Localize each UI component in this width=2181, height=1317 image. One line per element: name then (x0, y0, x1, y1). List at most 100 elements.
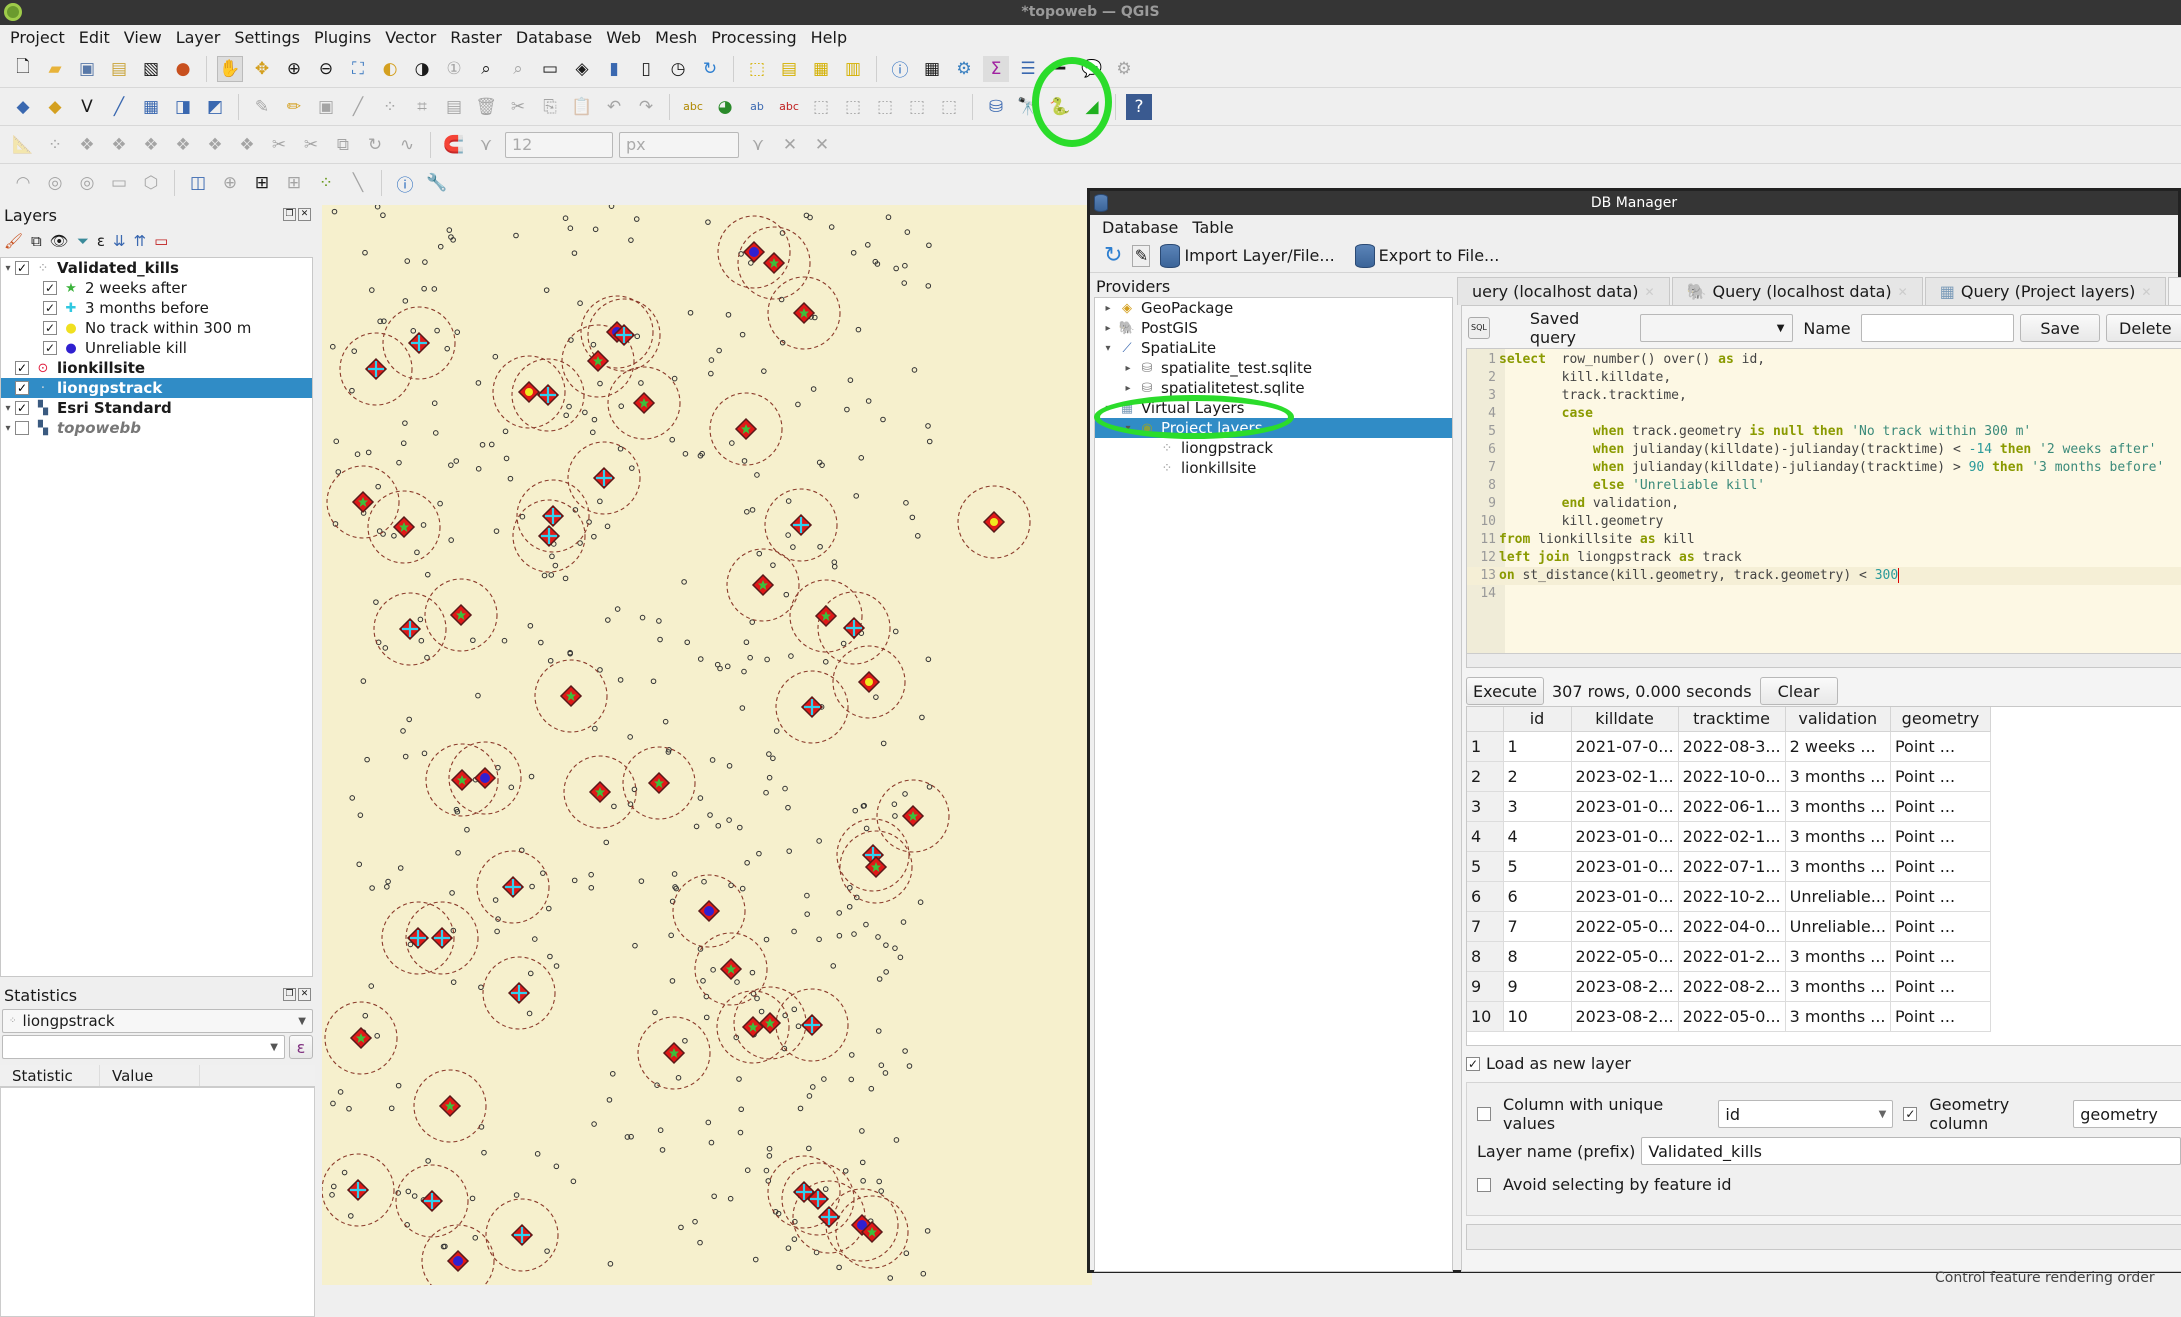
menu-vector[interactable]: Vector (385, 28, 436, 47)
query-name-input[interactable] (1860, 314, 2015, 342)
expand-all-icon[interactable]: ⇊ (113, 232, 126, 250)
sql-editor[interactable]: 1 select row_number() over() as id, 2 kill… (1466, 348, 2181, 668)
expression-button[interactable]: ε (289, 1035, 313, 1059)
route-icon[interactable]: ╲ (345, 170, 371, 196)
category-checkbox[interactable]: ✓ (43, 301, 57, 315)
close-tab-icon[interactable]: ✕ (1645, 278, 1655, 306)
statistical-summary-icon[interactable]: Σ (983, 55, 1009, 82)
new-3d-map-icon[interactable]: ◈ (569, 56, 595, 82)
zoom-to-selection-icon[interactable]: ◐ (377, 56, 403, 82)
tracing-icon[interactable]: ✕ (809, 132, 835, 158)
toggle-editing-icon[interactable]: ✏ (281, 94, 307, 120)
collapse-all-icon[interactable]: ⇈ (134, 232, 147, 250)
save-edits-icon[interactable]: ▣ (313, 94, 339, 120)
layer-item[interactable]: ✓ · liongpstrack (1, 378, 312, 398)
select-features-icon[interactable]: ⬚ (744, 56, 770, 82)
show-hide-labels-icon[interactable]: abc (776, 94, 802, 120)
snapping-mode-icon[interactable]: ⋎ (473, 132, 499, 158)
close-panel-icon[interactable]: ✕ (298, 988, 311, 1001)
topological-editing-icon[interactable]: ⋎ (745, 132, 771, 158)
chevron-right-icon[interactable]: ▸ (1119, 363, 1137, 374)
legend-category[interactable]: ✓ ● No track within 300 m (1, 318, 312, 338)
select-by-location-icon[interactable]: ▥ (840, 56, 866, 82)
row-number[interactable]: 3 (1467, 791, 1504, 822)
add-points-icon[interactable]: ⁘ (313, 170, 339, 196)
fill-ring-icon[interactable]: ❖ (106, 132, 132, 158)
provider-item[interactable]: ▾ ⟋ SpatiaLite (1095, 338, 1452, 358)
visibility-icon[interactable]: 👁 (50, 232, 69, 250)
add-group-icon[interactable]: ⧉ (31, 232, 42, 250)
layer-item[interactable]: ▾ ✓ ▚ Esri Standard (1, 398, 312, 418)
attribute-table-icon[interactable]: ▦ (919, 56, 945, 82)
row-number[interactable]: 8 (1467, 941, 1504, 972)
column-header[interactable]: validation (1785, 707, 1891, 732)
row-header-corner[interactable] (1467, 707, 1504, 732)
digitize-icon[interactable]: ╱ (345, 94, 371, 120)
layer-item[interactable]: ▾ ▚ topowebb (1, 418, 312, 438)
new-geopackage-layer-icon[interactable]: ◆ (42, 94, 68, 120)
row-number[interactable]: 4 (1467, 821, 1504, 852)
table-row[interactable]: 1 1 2021-07-0... 2022-08-3... 2 weeks ... Poi… (1467, 731, 1991, 762)
column-header[interactable]: Statistic (0, 1065, 100, 1086)
merge-features-icon[interactable]: ⧉ (330, 132, 356, 158)
cut-features-icon[interactable]: ✂ (505, 94, 531, 120)
polygon-icon[interactable]: ⬡ (138, 170, 164, 196)
shape-digitize-icon[interactable]: ◠ (10, 170, 36, 196)
table-row[interactable]: 2 2 2023-02-1... 2022-10-0... 3 months ... Po… (1467, 761, 1991, 792)
pan-map-icon[interactable]: ✋ (217, 55, 243, 82)
rotate-label-icon[interactable]: ⬚ (840, 94, 866, 120)
row-number[interactable]: 5 (1467, 851, 1504, 882)
delete-part-icon[interactable]: ❖ (170, 132, 196, 158)
grid-icon[interactable]: ⊞ (281, 170, 307, 196)
saved-query-select[interactable]: ▼ (1639, 314, 1794, 342)
chevron-down-icon[interactable]: ▾ (1099, 343, 1117, 354)
modify-attributes-icon[interactable]: ▤ (441, 94, 467, 120)
processing-toolbox-icon[interactable]: ⚙ (951, 56, 977, 82)
provider-item[interactable]: ▸ ⛁ spatialitetest.sqlite (1095, 378, 1452, 398)
map-canvas[interactable] (322, 205, 1092, 1285)
delete-query-button[interactable]: Delete (2105, 314, 2181, 342)
offset-curve-icon[interactable]: ❖ (234, 132, 260, 158)
db-manager-icon[interactable]: ⛁ (983, 94, 1009, 120)
snap-tolerance-input[interactable]: 12 (505, 131, 613, 158)
temporal-controller-icon[interactable]: ◷ (665, 56, 691, 82)
simplify-icon[interactable]: ∿ (394, 132, 420, 158)
advanced-digitizing-icon[interactable]: 📐 (10, 132, 36, 158)
chevron-right-icon[interactable]: ▸ (1099, 323, 1117, 334)
layout-manager-icon[interactable]: ▧ (138, 56, 164, 82)
georeferencer-icon[interactable]: ◫ (185, 170, 211, 196)
save-project-icon[interactable]: ▣ (74, 56, 100, 82)
category-checkbox[interactable]: ✓ (43, 341, 57, 355)
column-header[interactable]: id (1503, 707, 1572, 732)
delete-ring-icon[interactable]: ❖ (138, 132, 164, 158)
menu-layer[interactable]: Layer (176, 28, 221, 47)
row-number[interactable]: 2 (1467, 761, 1504, 792)
show-bookmarks-icon[interactable]: ▯ (633, 56, 659, 82)
split-parts-icon[interactable]: ✂ (298, 132, 324, 158)
menu-raster[interactable]: Raster (450, 28, 502, 47)
layer-labeling-icon[interactable]: abc (680, 94, 706, 120)
chevron-right-icon[interactable]: ▸ (1099, 303, 1117, 314)
close-tab-icon[interactable]: ✕ (2141, 278, 2151, 306)
rectangle-icon[interactable]: ▭ (106, 170, 132, 196)
table-row[interactable]: 8 8 2022-05-0... 2022-01-2... 3 months ... Po… (1467, 941, 1991, 972)
float-panel-icon[interactable]: ❐ (283, 988, 296, 1001)
query-tab[interactable]: ▦Que (2168, 277, 2181, 305)
menu-web[interactable]: Web (606, 28, 641, 47)
identify-icon[interactable]: ⓘ (887, 56, 913, 82)
pin-labels-icon[interactable]: ab (744, 94, 770, 120)
float-panel-icon[interactable]: ❐ (283, 208, 296, 221)
row-number[interactable]: 7 (1467, 911, 1504, 942)
gps-icon[interactable]: ⊞ (249, 170, 275, 196)
undo-icon[interactable]: ↶ (601, 94, 627, 120)
select-by-value-icon[interactable]: ▤ (776, 56, 802, 82)
category-checkbox[interactable]: ✓ (43, 281, 57, 295)
ellipse-icon[interactable]: ◎ (74, 170, 100, 196)
provider-item[interactable]: ⁘ liongpstrack (1095, 438, 1452, 458)
delete-selected-icon[interactable]: 🗑 (473, 94, 499, 120)
copy-features-icon[interactable]: ⎘ (537, 94, 563, 120)
query-tab[interactable]: uery (localhost data) ✕ (1457, 277, 1670, 305)
unique-column-select[interactable]: id ▼ (1718, 1100, 1894, 1128)
legend-category[interactable]: ✓ ★ 2 weeks after (1, 278, 312, 298)
column-header[interactable]: tracktime (1678, 707, 1786, 732)
